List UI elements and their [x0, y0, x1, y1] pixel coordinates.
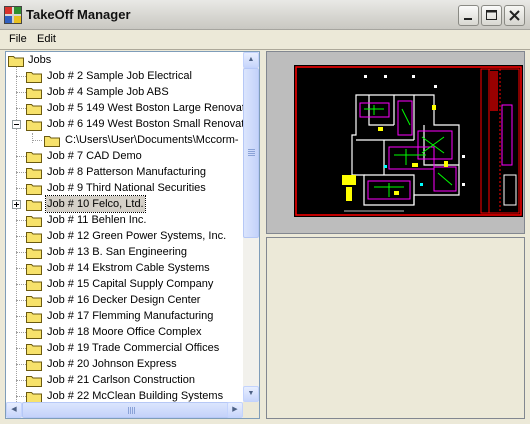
scroll-left-button[interactable]: ◀: [6, 402, 22, 418]
menu-bar: File Edit: [0, 30, 530, 49]
maximize-button[interactable]: [481, 5, 502, 26]
details-pane: [266, 237, 525, 419]
folder-icon: [26, 152, 42, 163]
cad-drawing-image: [294, 65, 523, 217]
folder-icon: [26, 72, 42, 83]
tree-item-label: C:\Users\User\Documents\Mccorm-: [65, 134, 239, 146]
close-button[interactable]: [504, 5, 525, 26]
folder-icon: [44, 136, 60, 147]
tree-item-label: Job # 11 Behlen Inc.: [47, 214, 147, 226]
tree-line: [16, 64, 17, 404]
tree-item-label: Job # 5 149 West Boston Large Renovat: [47, 102, 245, 114]
title-bar[interactable]: TakeOff Manager: [0, 0, 530, 30]
cad-drawing-thumbnail: [294, 65, 523, 217]
tree-item-label: Job # 20 Johnson Express: [47, 358, 177, 370]
expand-toggle[interactable]: [12, 200, 21, 209]
folder-icon: [26, 376, 42, 387]
tree-item-label: Job # 8 Patterson Manufacturing: [47, 166, 206, 178]
app-icon: [4, 6, 22, 24]
folder-icon: [26, 88, 42, 99]
tree-item-label: Job # 18 Moore Office Complex: [47, 326, 202, 338]
drawing-preview-pane[interactable]: [266, 51, 525, 234]
close-icon: [509, 10, 520, 21]
tree-item-label: Job # 13 B. San Engineering: [47, 246, 188, 258]
folder-icon: [26, 248, 42, 259]
menu-edit[interactable]: Edit: [37, 33, 56, 45]
jobs-tree[interactable]: Jobs Job # 2 Sample Job Electrical Job #…: [5, 51, 260, 419]
window-title: TakeOff Manager: [26, 7, 131, 22]
scroll-corner: [243, 402, 259, 418]
folder-icon: [26, 168, 42, 179]
tree-item-label: Job # 9 Third National Securities: [47, 182, 206, 194]
folder-icon: [26, 264, 42, 275]
tree-root-label: Jobs: [28, 54, 52, 66]
tree-item-label: Job # 10 Felco, Ltd.: [45, 195, 146, 213]
folder-icon: [26, 328, 42, 339]
collapse-toggle[interactable]: [12, 120, 21, 129]
tree-item-label: Job # 12 Green Power Systems, Inc.: [47, 230, 227, 242]
scroll-up-button[interactable]: ▲: [243, 52, 259, 68]
folder-icon: [26, 216, 42, 227]
tree-item-label: Job # 16 Decker Design Center: [47, 294, 201, 306]
maximize-icon: [486, 10, 497, 20]
menu-separator: [0, 49, 530, 50]
folder-icon: [26, 184, 42, 195]
scroll-down-button[interactable]: ▼: [243, 386, 259, 402]
tree-item-label: Job # 14 Ekstrom Cable Systems: [47, 262, 210, 274]
tree-line: [32, 133, 33, 143]
folder-icon: [26, 312, 42, 323]
folder-icon: [26, 104, 42, 115]
horizontal-scroll-thumb[interactable]: [22, 402, 240, 418]
tree-item-label: Job # 7 CAD Demo: [47, 150, 142, 162]
takeoff-manager-window: TakeOff Manager File Edit Jobs Job # 2 S…: [0, 0, 530, 424]
tree-item-label: Job # 19 Trade Commercial Offices: [47, 342, 220, 354]
tree-horizontal-scrollbar[interactable]: ◀ ▶: [6, 402, 259, 418]
tree-vertical-scrollbar[interactable]: ▲ ▼: [243, 52, 259, 402]
folder-icon: [26, 232, 42, 243]
tree-item-label: Job # 2 Sample Job Electrical: [47, 70, 192, 82]
scroll-right-button[interactable]: ▶: [227, 402, 243, 418]
folder-icon: [26, 120, 42, 131]
menu-file[interactable]: File: [9, 33, 27, 45]
folder-icon: [26, 200, 42, 211]
minimize-icon: [464, 18, 472, 20]
folder-icon: [8, 56, 24, 67]
folder-icon: [26, 280, 42, 291]
folder-icon: [26, 296, 42, 307]
tree-item-label: Job # 17 Flemming Manufacturing: [47, 310, 214, 322]
tree-item-label: Job # 4 Sample Job ABS: [47, 86, 169, 98]
tree-item-label: Job # 6 149 West Boston Small Renovat: [47, 118, 245, 130]
minimize-button[interactable]: [458, 5, 479, 26]
folder-icon: [26, 344, 42, 355]
tree-item-label: Job # 21 Carlson Construction: [47, 374, 195, 386]
folder-icon: [26, 360, 42, 371]
tree-item-label: Job # 15 Capital Supply Company: [47, 278, 214, 290]
vertical-scroll-thumb[interactable]: [243, 68, 259, 238]
